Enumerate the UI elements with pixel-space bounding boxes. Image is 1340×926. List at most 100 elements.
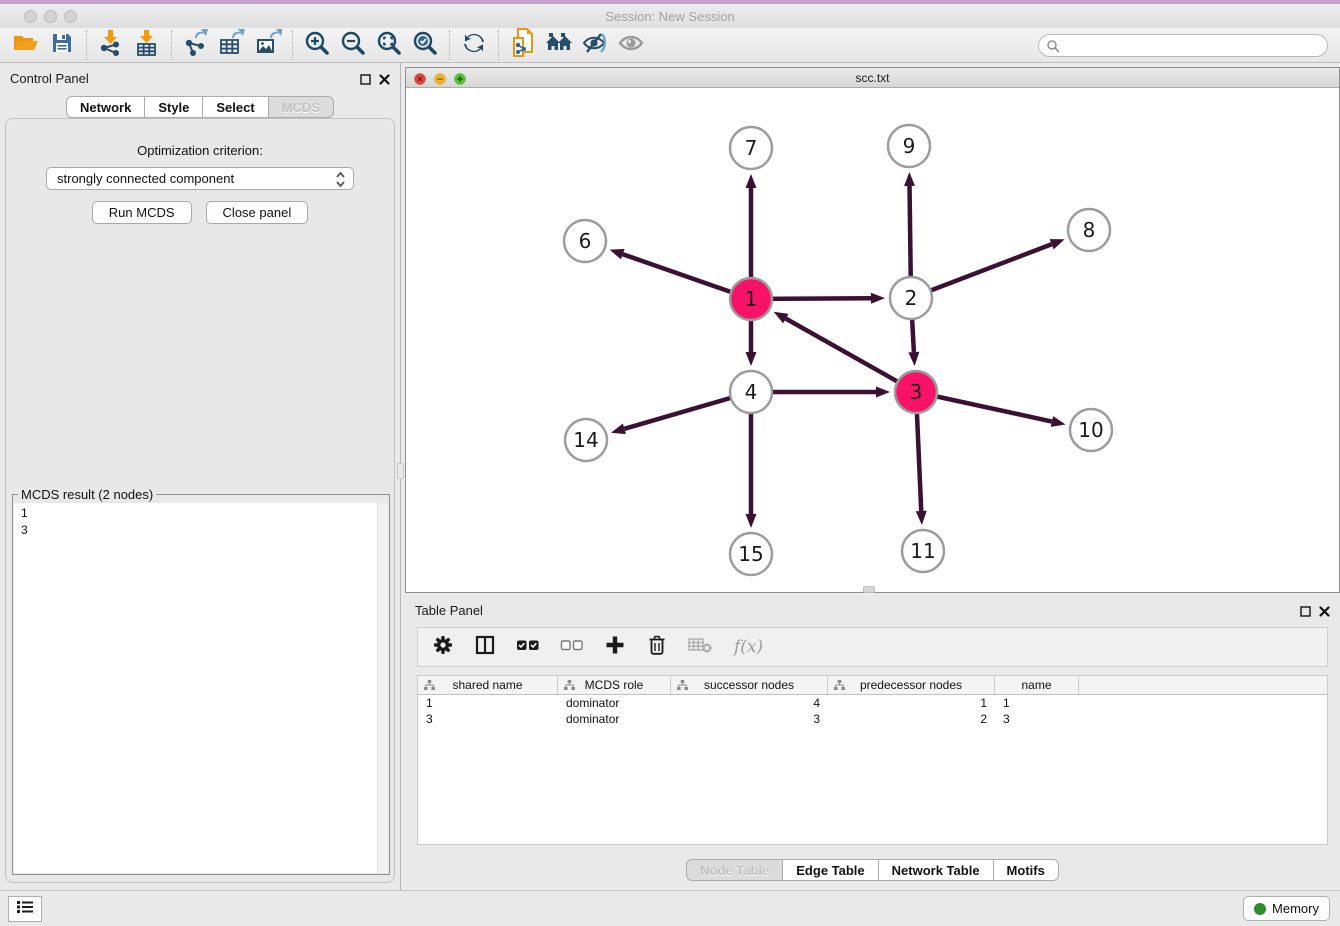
node-label-6: 6 (579, 229, 592, 253)
node-label-11: 11 (910, 539, 935, 563)
tab-select[interactable]: Select (203, 96, 268, 118)
network-graph[interactable]: 7968124314101511 (406, 88, 1339, 592)
close-table-panel-icon[interactable] (1319, 604, 1330, 622)
mcds-result-scrollbar[interactable] (377, 503, 388, 873)
column-header-MCDS-role[interactable]: MCDS role (558, 676, 671, 694)
cell-name[interactable]: 3 (995, 712, 1079, 726)
toolbar-separator (449, 30, 450, 60)
open-session-button[interactable] (8, 30, 44, 60)
close-panel-button[interactable]: Close panel (206, 201, 309, 224)
table-panel-tabs: Node Table Edge Table Network Table Moti… (405, 859, 1340, 881)
close-panel-icon[interactable] (379, 72, 390, 90)
criterion-select[interactable]: strongly connected component (46, 167, 354, 190)
hide-selected-button[interactable] (577, 30, 613, 60)
cell-name[interactable]: 1 (995, 696, 1079, 710)
network-window-title: scc.txt (406, 71, 1339, 85)
cell-shared-name[interactable]: 1 (418, 696, 558, 710)
import-network-button[interactable] (93, 30, 129, 60)
save-icon (50, 31, 74, 60)
arrowhead-icon (1051, 416, 1066, 427)
node-label-1: 1 (745, 287, 758, 311)
add-row-button[interactable] (604, 634, 626, 661)
node-label-8: 8 (1083, 218, 1096, 242)
toolbar-separator (498, 30, 499, 60)
arrowhead-icon (611, 424, 626, 435)
arrowhead-icon (774, 312, 789, 324)
zoom-fit-button[interactable] (371, 30, 407, 60)
export-table-button[interactable] (214, 30, 250, 60)
deselect-all-button[interactable] (560, 634, 584, 661)
network-from-selection-button[interactable] (505, 30, 541, 60)
table-settings-button[interactable] (432, 634, 454, 661)
delete-table-button[interactable] (688, 635, 714, 660)
mcds-result-box: MCDS result (2 nodes) 1 3 (12, 494, 390, 875)
zoom-in-button[interactable] (299, 30, 335, 60)
zoom-selected-button[interactable] (407, 30, 443, 60)
tab-motifs[interactable]: Motifs (994, 859, 1059, 881)
import-table-button[interactable] (129, 30, 165, 60)
toolbar-separator (86, 30, 87, 60)
cell-MCDS-role[interactable]: dominator (558, 712, 671, 726)
zoom-out-button[interactable] (335, 30, 371, 60)
cell-predecessor-nodes[interactable]: 1 (828, 696, 995, 710)
tab-node-table[interactable]: Node Table (686, 859, 783, 881)
tab-network[interactable]: Network (66, 96, 145, 118)
column-header-predecessor-nodes[interactable]: predecessor nodes (828, 676, 995, 694)
panel-divider-grabber[interactable] (397, 463, 404, 479)
arrowhead-icon (916, 511, 927, 525)
network-table-divider-grabber[interactable] (863, 586, 875, 593)
control-panel-title: Control Panel (10, 71, 89, 86)
table-row[interactable]: 1dominator411 (418, 695, 1327, 711)
table-panel-title: Table Panel (415, 603, 483, 618)
node-label-7: 7 (745, 136, 758, 160)
import-table-icon (134, 29, 160, 62)
column-header-name[interactable]: name (995, 676, 1079, 694)
node-table-header: shared nameMCDS rolesuccessor nodesprede… (418, 676, 1327, 695)
mcds-result-text[interactable]: 1 3 (14, 503, 377, 873)
titlebar: Session: New Session (0, 4, 1340, 28)
memory-label: Memory (1272, 901, 1319, 916)
eye-slash-icon (581, 31, 609, 60)
run-mcds-button[interactable]: Run MCDS (92, 201, 192, 224)
tab-mcds[interactable]: MCDS (269, 96, 334, 118)
search-input[interactable] (1060, 39, 1327, 53)
export-network-button[interactable] (178, 30, 214, 60)
cell-shared-name[interactable]: 3 (418, 712, 558, 726)
cell-MCDS-role[interactable]: dominator (558, 696, 671, 710)
export-image-button[interactable] (250, 30, 286, 60)
control-panel-tabs: Network Style Select MCDS (0, 96, 400, 118)
float-table-panel-icon[interactable] (1300, 604, 1311, 622)
show-columns-button[interactable] (474, 634, 496, 661)
window-title: Session: New Session (0, 9, 1340, 24)
memory-button[interactable]: Memory (1243, 896, 1330, 921)
save-session-button[interactable] (44, 30, 80, 60)
cell-successor-nodes[interactable]: 4 (671, 696, 828, 710)
tab-style[interactable]: Style (145, 96, 203, 118)
cell-predecessor-nodes[interactable]: 2 (828, 712, 995, 726)
network-from-selection-icon (510, 28, 536, 63)
column-header-shared-name[interactable]: shared name (418, 676, 558, 694)
optimization-criterion-label: Optimization criterion: (6, 143, 394, 158)
function-builder-button[interactable]: f(x) (734, 637, 763, 657)
network-window-titlebar[interactable]: scc.txt (406, 68, 1339, 88)
select-all-button[interactable] (516, 634, 540, 661)
table-row[interactable]: 3dominator323 (418, 711, 1327, 727)
float-panel-icon[interactable] (360, 72, 371, 90)
home-icon (544, 31, 574, 60)
search-icon (1046, 39, 1060, 53)
delete-row-button[interactable] (646, 634, 668, 661)
list-icon (16, 899, 34, 920)
show-all-button[interactable] (613, 30, 649, 60)
task-history-button[interactable] (8, 896, 42, 922)
edge-3-1[interactable] (786, 319, 916, 392)
edge-2-8[interactable] (911, 244, 1052, 298)
mcds-result-title: MCDS result (2 nodes) (18, 487, 156, 502)
first-neighbors-button[interactable] (541, 30, 577, 60)
arrowhead-icon (746, 514, 757, 528)
search-box[interactable] (1038, 34, 1328, 57)
apply-layout-button[interactable] (456, 30, 492, 60)
tab-network-table[interactable]: Network Table (879, 859, 994, 881)
column-header-successor-nodes[interactable]: successor nodes (671, 676, 828, 694)
cell-successor-nodes[interactable]: 3 (671, 712, 828, 726)
tab-edge-table[interactable]: Edge Table (783, 859, 878, 881)
